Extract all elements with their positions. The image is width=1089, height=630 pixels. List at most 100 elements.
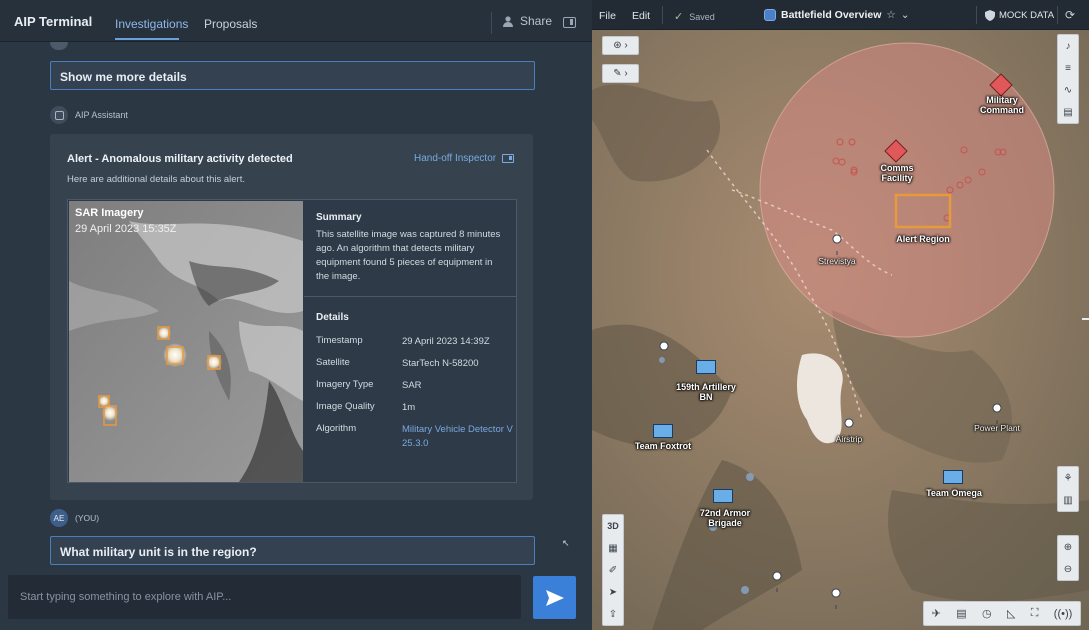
send-button[interactable] <box>533 576 576 619</box>
send-icon <box>545 589 564 606</box>
user-message: Show me more details <box>50 61 535 90</box>
sar-imagery-graphic <box>69 201 303 482</box>
map-title[interactable]: Battlefield Overview ☆ ⌄ <box>764 9 910 21</box>
signal-icon[interactable]: ((•)) <box>1054 608 1073 620</box>
map-canvas[interactable]: ⊛ › ✎ › ♪ ≡ ∿ ▤ ⚘ ▥ ⊕ ⊖ 3D ▦ ✐ ➤ ⇪ ✈ ▤ ◷… <box>592 30 1089 630</box>
strevistya-label[interactable]: Strevistya <box>807 256 867 266</box>
play-icon[interactable]: ➤ <box>603 581 623 603</box>
alert-card: Alert - Anomalous military activity dete… <box>50 134 533 500</box>
airstrip-label[interactable]: Airstrip <box>824 434 874 444</box>
summary-heading: Summary <box>316 212 362 223</box>
saved-status: ✓ Saved <box>674 10 715 23</box>
details-heading: Details <box>316 312 349 323</box>
zoom-toolbar: ⊕ ⊖ <box>1057 535 1079 581</box>
user-icon <box>503 16 513 27</box>
detail-key: Timestamp <box>316 335 363 346</box>
military-command-label[interactable]: Military Command <box>972 95 1032 115</box>
mock-data-badge: MOCK DATA <box>985 10 1054 21</box>
artillery-label[interactable]: 159th Artillery BN <box>672 382 740 402</box>
chat-input[interactable] <box>8 575 521 619</box>
assistant-header: AIP Assistant <box>50 106 128 124</box>
bottom-toolbar: ✈ ▤ ◷ ◺ ⛶ ((•)) <box>923 601 1081 626</box>
friendly-unit-marker[interactable] <box>713 489 733 503</box>
chart-icon[interactable]: ◺ <box>1007 607 1015 620</box>
compass-button[interactable]: ⊛ › <box>602 36 639 55</box>
layers-icon[interactable]: ⚘ <box>1058 467 1078 489</box>
3d-button[interactable]: 3D <box>603 515 623 537</box>
assistant-name: AIP Assistant <box>75 110 128 120</box>
alert-region-label[interactable]: Alert Region <box>888 234 958 244</box>
eraser-icon[interactable]: ✐ <box>603 559 623 581</box>
chat-panel: AIP Terminal Investigations Proposals Sh… <box>0 0 592 630</box>
alert-details-panel: SAR Imagery 29 April 2023 15:35Z Summary… <box>67 199 517 483</box>
saved-label: Saved <box>689 11 715 22</box>
detail-value: 1m <box>402 402 416 413</box>
zoom-in-icon[interactable]: ⊕ <box>1058 536 1078 558</box>
bell-icon[interactable]: ♪ <box>1058 35 1078 57</box>
user-label: (YOU) <box>75 513 100 523</box>
user-header: AE (YOU) <box>50 509 99 527</box>
mock-data-label: MOCK DATA <box>999 10 1055 21</box>
plane-icon[interactable]: ✈ <box>932 607 941 620</box>
menu-edit[interactable]: Edit <box>632 10 650 22</box>
chat-composer <box>8 575 521 619</box>
assistant-avatar-icon <box>50 106 68 124</box>
hand-off-label: Hand-off Inspector <box>414 153 497 164</box>
comms-facility-label[interactable]: Comms Facility <box>872 163 922 183</box>
zoom-out-icon[interactable]: ⊖ <box>1058 558 1078 580</box>
sar-date: 29 April 2023 15:35Z <box>75 223 177 235</box>
map-edge-marker <box>1082 318 1089 320</box>
alert-subtitle: Here are additional details about this a… <box>67 174 245 185</box>
detail-value: StarTech N-58200 <box>402 358 479 369</box>
detail-value: SAR <box>402 380 422 391</box>
friendly-unit-marker[interactable] <box>943 470 963 484</box>
chevron-down-icon[interactable]: ⌄ <box>901 9 910 21</box>
friendly-unit-marker[interactable] <box>653 424 673 438</box>
clock-icon[interactable]: ◷ <box>982 607 992 620</box>
detail-key: Algorithm <box>316 423 357 434</box>
activity-icon[interactable]: ∿ <box>1058 79 1078 101</box>
hand-off-inspector-button[interactable]: Hand-off Inspector <box>414 153 515 164</box>
power-plant-label[interactable]: Power Plant <box>964 423 1030 433</box>
compass-icon: ⊛ › <box>613 40 628 51</box>
share-button[interactable]: Share <box>502 14 552 28</box>
chat-header: AIP Terminal Investigations Proposals Sh… <box>0 0 592 42</box>
map-panel: File Edit ✓ Saved Battlefield Overview ☆… <box>592 0 1089 630</box>
building-icon[interactable]: ▥ <box>1058 489 1078 511</box>
right-toolbar: ♪ ≡ ∿ ▤ <box>1057 34 1079 124</box>
algorithm-link[interactable]: Military Vehicle Detector V 25.3.0 <box>402 423 514 451</box>
terrain-map <box>592 30 1089 630</box>
frame-icon[interactable]: ⛶ <box>1031 607 1039 620</box>
pen-icon: ✎ › <box>613 68 628 79</box>
team-omega-label[interactable]: Team Omega <box>916 488 992 498</box>
active-tab-indicator <box>115 38 179 40</box>
friendly-unit-marker[interactable] <box>696 360 716 374</box>
refresh-icon[interactable]: ⟳ <box>1065 8 1075 22</box>
draw-tool-button[interactable]: ✎ › <box>602 64 639 83</box>
sar-image[interactable]: SAR Imagery 29 April 2023 15:35Z <box>69 201 303 482</box>
menu-file[interactable]: File <box>599 10 616 22</box>
header-divider <box>662 6 663 24</box>
table-icon[interactable]: ▤ <box>956 607 966 620</box>
grid-icon[interactable]: ▦ <box>603 537 623 559</box>
list-icon[interactable]: ≡ <box>1058 57 1078 79</box>
shield-icon <box>985 10 995 21</box>
comment-icon[interactable]: ▤ <box>1058 101 1078 123</box>
upload-icon[interactable]: ⇪ <box>603 603 623 625</box>
detail-key: Imagery Type <box>316 379 374 390</box>
user-avatar: AE <box>50 509 68 527</box>
alert-title: Alert - Anomalous military activity dete… <box>67 153 293 165</box>
team-foxtrot-label[interactable]: Team Foxtrot <box>627 441 699 451</box>
star-icon[interactable]: ☆ <box>886 9 895 21</box>
detail-key: Satellite <box>316 357 350 368</box>
panel-toggle-icon[interactable] <box>563 17 576 28</box>
map-logo-icon <box>764 9 776 21</box>
sar-title: SAR Imagery <box>75 207 144 219</box>
tab-proposals[interactable]: Proposals <box>204 17 257 31</box>
app-window: AIP Terminal Investigations Proposals Sh… <box>0 0 1089 630</box>
armor-brigade-label[interactable]: 72nd Armor Brigade <box>690 508 760 528</box>
summary-text: This satellite image was captured 8 minu… <box>316 229 501 282</box>
header-divider <box>1057 6 1058 24</box>
tab-investigations[interactable]: Investigations <box>115 17 188 31</box>
detail-key: Image Quality <box>316 401 375 412</box>
